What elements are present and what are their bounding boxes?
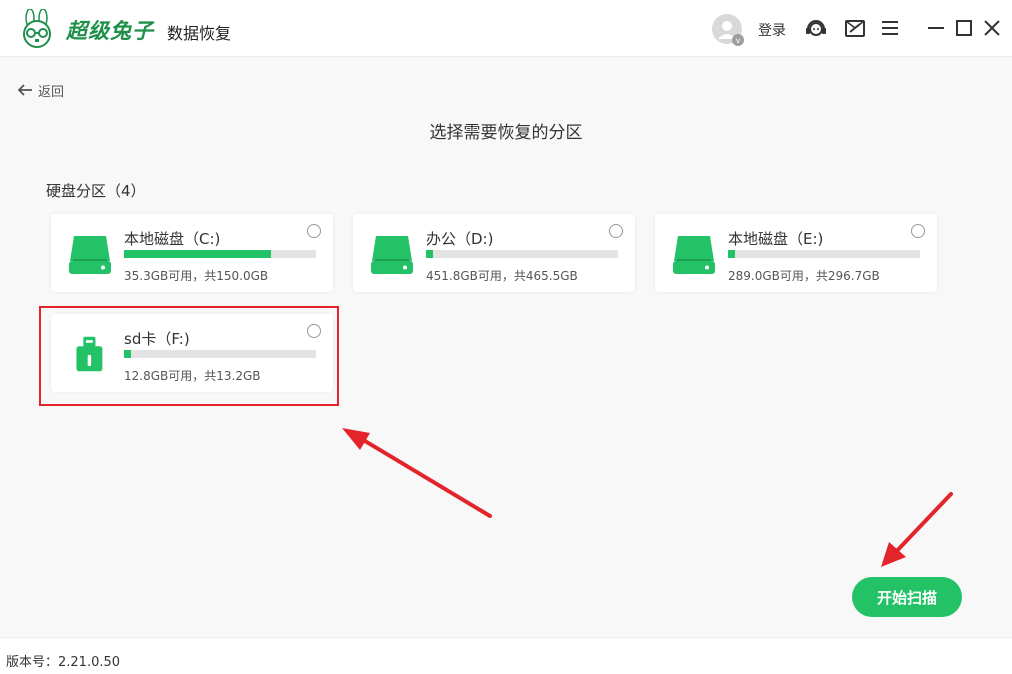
title-bar: 超级兔子 数据恢复 v 登录 bbox=[0, 0, 1012, 57]
arrow-left-icon bbox=[17, 84, 32, 96]
annotation-arrow-line bbox=[890, 492, 953, 558]
usage-bar bbox=[426, 250, 618, 258]
brand-name: 超级兔子 bbox=[66, 19, 154, 43]
usage-bar bbox=[124, 250, 316, 258]
hard-drive-icon bbox=[69, 236, 111, 274]
drive-capacity: 289.0GB可用，共296.7GB bbox=[728, 269, 880, 283]
drive-card-e[interactable]: 本地磁盘（E:) 289.0GB可用，共296.7GB bbox=[655, 214, 937, 292]
minimize-icon[interactable] bbox=[924, 16, 948, 40]
drive-capacity: 35.3GB可用，共150.0GB bbox=[124, 269, 269, 283]
customer-service-icon[interactable] bbox=[804, 16, 828, 40]
select-radio[interactable] bbox=[911, 224, 925, 238]
select-radio[interactable] bbox=[609, 224, 623, 238]
maximize-icon[interactable] bbox=[952, 16, 976, 40]
usage-bar bbox=[728, 250, 920, 258]
drive-name: 办公（D:) bbox=[426, 230, 494, 248]
drive-card-c[interactable]: 本地磁盘（C:) 35.3GB可用，共150.0GB bbox=[51, 214, 333, 292]
start-scan-button[interactable]: 开始扫描 bbox=[852, 577, 962, 617]
page-title: 选择需要恢复的分区 bbox=[429, 123, 583, 143]
drive-card-d[interactable]: 办公（D:) 451.8GB可用，共465.5GB bbox=[353, 214, 635, 292]
annotation-highlight-box bbox=[39, 306, 339, 406]
feedback-icon[interactable] bbox=[843, 16, 867, 40]
brand-subtitle: 数据恢复 bbox=[167, 24, 232, 43]
avatar[interactable]: v bbox=[712, 14, 744, 46]
usage-fill bbox=[124, 250, 271, 258]
login-link[interactable]: 登录 bbox=[758, 20, 786, 40]
usage-fill bbox=[426, 250, 433, 258]
drive-capacity: 451.8GB可用，共465.5GB bbox=[426, 269, 578, 283]
annotation-arrow-line bbox=[353, 433, 492, 518]
version-label: 版本号：2.21.0.50 bbox=[6, 655, 121, 670]
hard-drive-icon bbox=[673, 236, 715, 274]
annotation-arrow-head bbox=[342, 428, 370, 450]
status-bar: 版本号：2.21.0.50 bbox=[0, 637, 1012, 674]
back-button[interactable]: 返回 bbox=[16, 80, 64, 100]
section-label: 硬盘分区（4） bbox=[46, 182, 146, 200]
hard-drive-icon bbox=[371, 236, 413, 274]
usage-fill bbox=[728, 250, 735, 258]
app-window: 超级兔子 数据恢复 v 登录 返回 选择需要恢复的分区 硬盘分区（4） 本地磁盘… bbox=[0, 0, 1012, 674]
menu-icon[interactable] bbox=[878, 16, 902, 40]
rabbit-logo-icon bbox=[23, 9, 51, 48]
back-label: 返回 bbox=[38, 84, 65, 100]
select-radio[interactable] bbox=[307, 224, 321, 238]
annotation-arrow-head bbox=[881, 542, 906, 567]
close-icon[interactable] bbox=[980, 16, 1004, 40]
drive-name: 本地磁盘（C:) bbox=[124, 230, 221, 248]
avatar-badge: v bbox=[736, 36, 741, 45]
drive-name: 本地磁盘（E:) bbox=[728, 230, 824, 248]
